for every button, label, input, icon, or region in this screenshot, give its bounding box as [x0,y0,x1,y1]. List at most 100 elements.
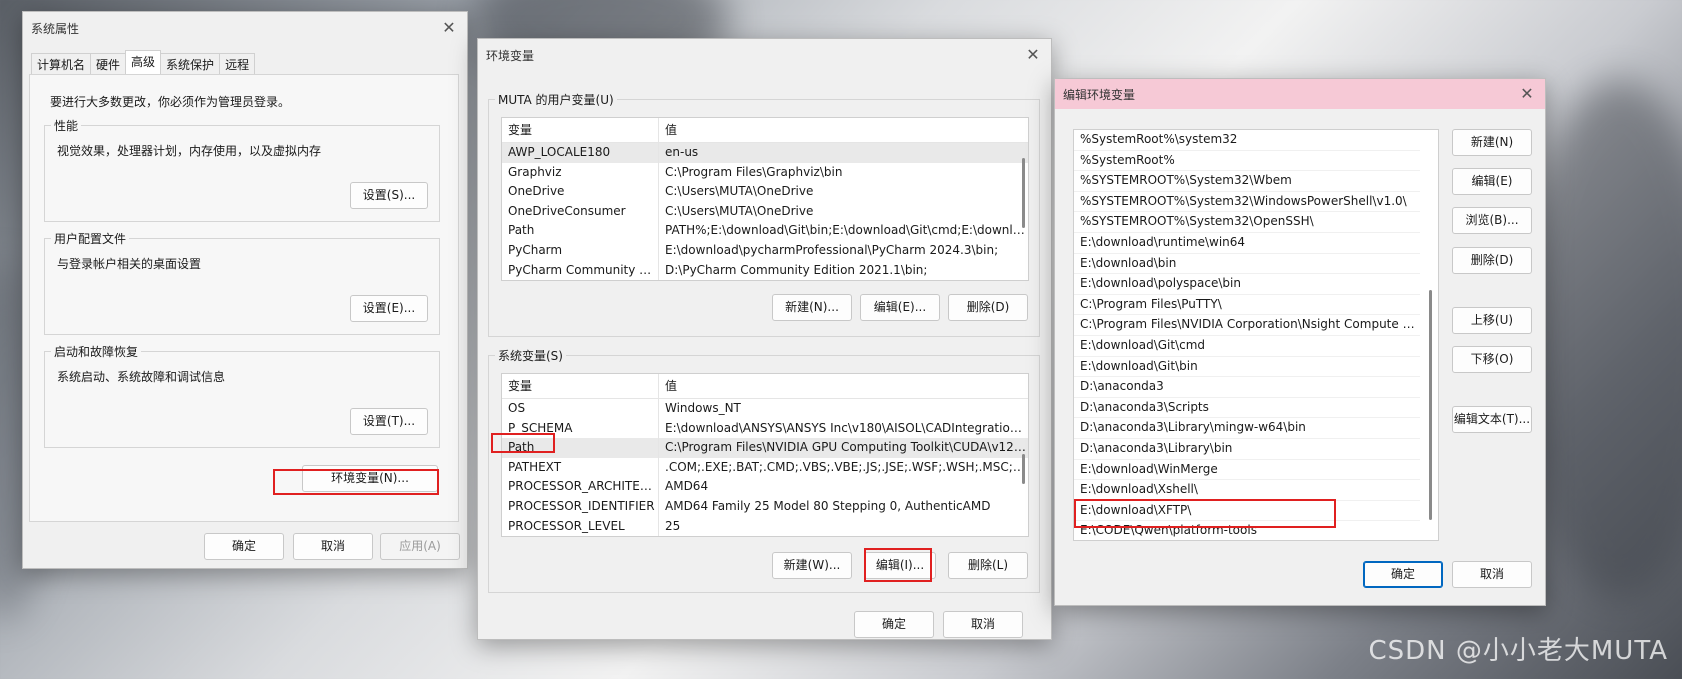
table-row[interactable]: PROCESSOR_IDENTIFIER AMD64 Family 25 Mode… [502,496,1028,517]
table-row[interactable]: P_SCHEMA E:\download\ANSYS\ANSYS Inc\v180… [502,418,1028,439]
list-header: 变量 值 [502,118,1028,143]
tab-system-protection[interactable]: 系统保护 [160,53,221,76]
var-name: PATHEXT [502,457,659,478]
table-row[interactable]: OS Windows_NT [502,399,1028,419]
list-item[interactable]: D:\anaconda3\Library\bin [1074,439,1420,460]
system-delete-button[interactable]: 删除(L) [948,552,1028,579]
list-item[interactable]: D:\anaconda3\Library\mingw-w64\bin [1074,418,1420,439]
var-value: PATH%;E:\download\Git\bin;E:\download\Gi… [665,223,1028,238]
environment-variables-window: 环境变量 ✕ MUTA 的用户变量(U) 变量 值 AWP_LOCALE180 e… [477,38,1052,640]
table-row[interactable]: AWP_LOCALE180 en-us [502,143,1028,163]
var-name: OneDrive [502,182,659,202]
cancel-button[interactable]: 取消 [1452,561,1532,588]
list-item[interactable]: E:\download\polyspace\bin [1074,274,1420,295]
tab-hardware[interactable]: 硬件 [90,53,127,76]
list-item[interactable]: C:\Program Files\PuTTY\ [1074,295,1420,316]
system-properties-titlebar: 系统属性 [23,12,467,44]
user-delete-button[interactable]: 删除(D) [948,294,1028,321]
startup-recovery-group: 启动和故障恢复 系统启动、系统故障和调试信息 设置(T)... [44,343,440,448]
column-header-value[interactable]: 值 [659,374,1028,398]
system-edit-button[interactable]: 编辑(I)... [864,552,936,579]
user-variables-label: MUTA 的用户变量(U) [495,91,617,108]
browse-button[interactable]: 浏览(B)... [1452,207,1532,234]
ok-button[interactable]: 确定 [204,533,284,560]
performance-label: 性能 [51,117,82,134]
var-value: E:\download\ANSYS\ANSYS Inc\v180\AISOL\C… [665,420,1028,435]
move-down-button[interactable]: 下移(O) [1452,346,1532,373]
table-row[interactable]: Path PATH%;E:\download\Git\bin;E:\downloa… [502,221,1028,241]
table-row[interactable]: Graphviz C:\Program Files\Graphviz\bin [502,162,1028,183]
list-item[interactable]: E:\download\XFTP\ [1074,501,1420,522]
column-header-variable[interactable]: 变量 [502,374,659,398]
tab-strip: 计算机名 硬件 高级 系统保护 远程 [31,50,256,76]
list-item[interactable]: C:\Program Files\NVIDIA Corporation\Nsig… [1074,315,1420,336]
list-item[interactable]: %SystemRoot%\system32 [1074,130,1420,151]
list-item[interactable]: E:\download\Xshell\ [1074,480,1420,501]
tab-panel: 要进行大多数更改，你必须作为管理员登录。 性能 视觉效果，处理器计划，内存使用，… [29,74,459,522]
list-item[interactable]: %SYSTEMROOT%\System32\Wbem [1074,171,1420,192]
path-list[interactable]: %SystemRoot%\system32 %SystemRoot% %SYST… [1073,129,1439,541]
user-variables-group: MUTA 的用户变量(U) 变量 值 AWP_LOCALE180 en-us Gr… [488,91,1040,337]
cancel-button[interactable]: 取消 [293,533,373,560]
environment-variables-button[interactable]: 环境变量(N)... [302,465,438,492]
tab-advanced[interactable]: 高级 [125,50,162,76]
close-icon[interactable]: ✕ [1021,43,1045,67]
var-value: D:\PyCharm Community Edition 2021.1\bin; [665,262,928,277]
table-row[interactable]: OneDrive C:\Users\MUTA\OneDrive [502,182,1028,202]
startup-recovery-desc: 系统启动、系统故障和调试信息 [57,370,226,384]
column-header-variable[interactable]: 变量 [502,118,659,142]
close-icon[interactable]: ✕ [1515,82,1539,106]
startup-recovery-label: 启动和故障恢复 [51,343,142,360]
list-item[interactable]: E:\download\bin [1074,254,1420,275]
list-item[interactable]: E:\download\WinMerge [1074,460,1420,481]
env-titlebar: 环境变量 [478,39,1051,71]
edit-button[interactable]: 编辑(E) [1452,168,1532,195]
table-row[interactable]: OneDriveConsumer C:\Users\MUTA\OneDrive [502,201,1028,222]
startup-recovery-settings-button[interactable]: 设置(T)... [350,408,428,435]
list-item[interactable]: E:\download\Git\cmd [1074,336,1420,357]
user-profile-settings-button[interactable]: 设置(E)... [350,295,428,322]
cancel-button[interactable]: 取消 [943,611,1023,638]
scrollbar[interactable] [1022,158,1025,228]
list-item[interactable]: %SYSTEMROOT%\System32\OpenSSH\ [1074,212,1420,233]
scrollbar[interactable] [1022,454,1025,484]
edit-text-button[interactable]: 编辑文本(T)... [1452,406,1532,433]
scrollbar[interactable] [1429,290,1432,520]
edit-env-titlebar: 编辑环境变量 [1055,79,1545,109]
var-value: C:\Users\MUTA\OneDrive [665,203,814,218]
move-up-button[interactable]: 上移(U) [1452,307,1532,334]
user-new-button[interactable]: 新建(N)... [772,294,852,321]
tab-remote[interactable]: 远程 [219,53,256,76]
list-header: 变量 值 [502,374,1028,399]
list-item[interactable]: %SYSTEMROOT%\System32\WindowsPowerShell\… [1074,192,1420,213]
close-icon[interactable]: ✕ [437,16,461,40]
user-variables-list[interactable]: 变量 值 AWP_LOCALE180 en-us Graphviz C:\Progr… [501,117,1029,281]
var-value: en-us [665,145,699,159]
ok-button[interactable]: 确定 [1363,561,1443,588]
list-item[interactable]: %SystemRoot% [1074,151,1420,172]
ok-button[interactable]: 确定 [854,611,934,638]
table-row[interactable]: PROCESSOR_ARCHITECT... AMD64 [502,477,1028,497]
list-item[interactable]: E:\CODE\Qwen\platform-tools [1074,521,1420,540]
table-row[interactable]: PATHEXT .COM;.EXE;.BAT;.CMD;.VBS;.VBE;.JS… [502,457,1028,478]
performance-settings-button[interactable]: 设置(S)... [350,182,428,209]
table-row[interactable]: PROCESSOR_LEVEL 25 [502,516,1028,536]
user-profile-group: 用户配置文件 与登录帐户相关的桌面设置 设置(E)... [44,230,440,335]
var-value: 25 [665,518,681,533]
new-button[interactable]: 新建(N) [1452,129,1532,156]
tab-computer-name[interactable]: 计算机名 [31,53,92,76]
user-edit-button[interactable]: 编辑(E)... [860,294,940,321]
list-item[interactable]: E:\download\Git\bin [1074,357,1420,378]
apply-button[interactable]: 应用(A) [380,533,460,560]
list-item[interactable]: D:\anaconda3 [1074,377,1420,398]
table-row[interactable]: PyCharm E:\download\pycharmProfessional\P… [502,240,1028,261]
system-variables-list[interactable]: 变量 值 OS Windows_NT P_SCHEMA E:\download\AN… [501,373,1029,537]
list-item[interactable]: D:\anaconda3\Scripts [1074,398,1420,419]
list-item[interactable]: E:\download\runtime\win64 [1074,233,1420,254]
delete-button[interactable]: 删除(D) [1452,247,1532,274]
var-name: Path [502,221,659,241]
system-new-button[interactable]: 新建(W)... [772,552,852,579]
table-row[interactable]: Path C:\Program Files\NVIDIA GPU Computin… [502,438,1028,458]
column-header-value[interactable]: 值 [659,118,1028,142]
table-row[interactable]: PyCharm Community Editi... D:\PyCharm Com… [502,260,1028,280]
